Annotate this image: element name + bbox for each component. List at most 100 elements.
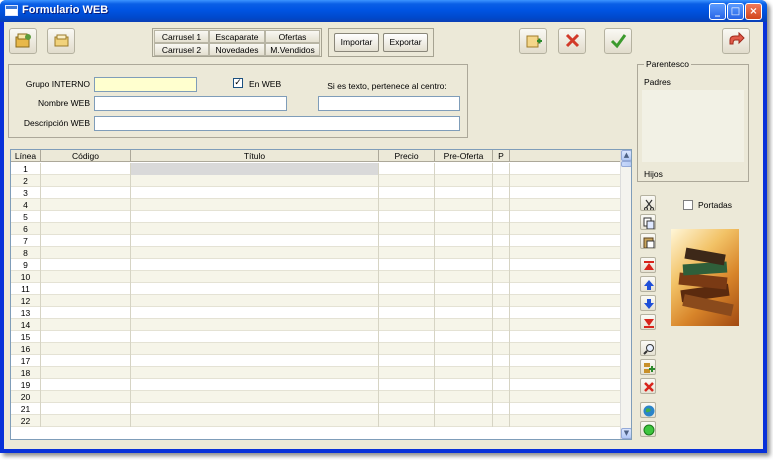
col-header-codigo[interactable]: Código bbox=[41, 150, 131, 162]
table-cell[interactable] bbox=[41, 211, 131, 223]
green-dot-button[interactable] bbox=[640, 421, 656, 437]
table-cell[interactable] bbox=[493, 187, 510, 199]
table-cell[interactable] bbox=[493, 343, 510, 355]
table-cell[interactable] bbox=[131, 283, 379, 295]
cut-button[interactable] bbox=[640, 195, 656, 211]
import-button[interactable]: Importar bbox=[334, 33, 379, 52]
table-row[interactable]: 7 bbox=[11, 235, 623, 247]
table-row[interactable]: 20 bbox=[11, 391, 623, 403]
move-down-button[interactable] bbox=[640, 295, 656, 311]
table-cell[interactable] bbox=[510, 223, 621, 235]
table-cell[interactable] bbox=[131, 367, 379, 379]
table-cell[interactable] bbox=[131, 175, 379, 187]
table-cell[interactable] bbox=[379, 247, 435, 259]
table-cell[interactable] bbox=[379, 199, 435, 211]
padres-list[interactable] bbox=[642, 90, 744, 162]
paste-button[interactable] bbox=[640, 233, 656, 249]
table-cell[interactable] bbox=[131, 307, 379, 319]
table-cell[interactable] bbox=[131, 403, 379, 415]
table-cell[interactable] bbox=[379, 319, 435, 331]
table-cell[interactable] bbox=[510, 307, 621, 319]
table-cell[interactable] bbox=[510, 391, 621, 403]
nombre-web-input[interactable] bbox=[94, 96, 287, 111]
table-cell[interactable] bbox=[510, 211, 621, 223]
descripcion-web-input[interactable] bbox=[94, 116, 460, 131]
table-cell[interactable] bbox=[379, 259, 435, 271]
table-cell[interactable] bbox=[131, 343, 379, 355]
table-cell[interactable] bbox=[131, 259, 379, 271]
table-row[interactable]: 15 bbox=[11, 331, 623, 343]
table-cell[interactable] bbox=[435, 331, 493, 343]
table-cell[interactable] bbox=[435, 247, 493, 259]
table-cell[interactable] bbox=[131, 199, 379, 211]
table-cell[interactable] bbox=[435, 379, 493, 391]
grupo-interno-input[interactable] bbox=[94, 77, 197, 92]
close-button[interactable]: × bbox=[745, 3, 762, 20]
col-header-p[interactable]: P bbox=[493, 150, 510, 162]
table-cell[interactable] bbox=[41, 343, 131, 355]
table-cell[interactable] bbox=[510, 331, 621, 343]
export-button[interactable]: Exportar bbox=[383, 33, 428, 52]
maximize-button[interactable]: □ bbox=[727, 3, 744, 20]
table-cell[interactable] bbox=[131, 295, 379, 307]
table-row[interactable]: 13 bbox=[11, 307, 623, 319]
scroll-up-arrow[interactable]: ▲ bbox=[621, 150, 631, 161]
table-cell[interactable] bbox=[435, 343, 493, 355]
table-cell[interactable] bbox=[510, 319, 621, 331]
table-row[interactable]: 3 bbox=[11, 187, 623, 199]
tab-escaparate[interactable]: Escaparate bbox=[209, 30, 265, 43]
table-cell[interactable] bbox=[41, 403, 131, 415]
table-cell[interactable] bbox=[493, 391, 510, 403]
table-cell[interactable] bbox=[510, 367, 621, 379]
table-row[interactable]: 5 bbox=[11, 211, 623, 223]
tab-ofertas[interactable]: Ofertas bbox=[265, 30, 320, 43]
table-cell[interactable] bbox=[493, 283, 510, 295]
table-cell[interactable] bbox=[131, 355, 379, 367]
tab-mas-vendidos[interactable]: M.Vendidos bbox=[265, 43, 320, 56]
insert-row-button[interactable] bbox=[640, 359, 656, 375]
table-cell[interactable] bbox=[510, 295, 621, 307]
table-cell[interactable] bbox=[41, 355, 131, 367]
table-cell[interactable] bbox=[131, 391, 379, 403]
scroll-down-arrow[interactable]: ▼ bbox=[621, 428, 631, 439]
table-cell[interactable] bbox=[435, 271, 493, 283]
table-cell[interactable] bbox=[510, 163, 621, 175]
table-cell[interactable] bbox=[493, 247, 510, 259]
table-row[interactable]: 11 bbox=[11, 283, 623, 295]
col-header-extra[interactable] bbox=[510, 150, 621, 162]
table-row[interactable]: 2 bbox=[11, 175, 623, 187]
table-cell[interactable] bbox=[379, 355, 435, 367]
copy-button[interactable] bbox=[640, 214, 656, 230]
table-cell[interactable] bbox=[379, 415, 435, 427]
table-cell[interactable] bbox=[41, 379, 131, 391]
table-cell[interactable] bbox=[379, 367, 435, 379]
table-row[interactable]: 12 bbox=[11, 295, 623, 307]
table-cell[interactable] bbox=[493, 415, 510, 427]
table-cell[interactable] bbox=[493, 259, 510, 271]
table-cell[interactable] bbox=[493, 295, 510, 307]
table-cell[interactable] bbox=[379, 163, 435, 175]
table-row[interactable]: 10 bbox=[11, 271, 623, 283]
table-cell[interactable] bbox=[41, 283, 131, 295]
move-up-button[interactable] bbox=[640, 276, 656, 292]
table-cell[interactable] bbox=[379, 211, 435, 223]
table-row[interactable]: 9 bbox=[11, 259, 623, 271]
table-cell[interactable] bbox=[131, 247, 379, 259]
table-row[interactable]: 16 bbox=[11, 343, 623, 355]
add-page-button[interactable] bbox=[519, 28, 547, 54]
en-web-checkbox[interactable]: ✓ bbox=[233, 78, 243, 88]
col-header-linea[interactable]: Línea bbox=[11, 150, 41, 162]
table-cell[interactable] bbox=[510, 247, 621, 259]
table-cell[interactable] bbox=[379, 403, 435, 415]
table-cell[interactable] bbox=[379, 223, 435, 235]
table-cell[interactable] bbox=[493, 211, 510, 223]
table-row[interactable]: 14 bbox=[11, 319, 623, 331]
table-cell[interactable] bbox=[41, 391, 131, 403]
table-cell[interactable] bbox=[493, 223, 510, 235]
table-cell[interactable] bbox=[131, 271, 379, 283]
table-cell[interactable] bbox=[435, 259, 493, 271]
tab-carrusel-1[interactable]: Carrusel 1 bbox=[154, 30, 209, 43]
table-row[interactable]: 17 bbox=[11, 355, 623, 367]
table-cell[interactable] bbox=[493, 367, 510, 379]
table-cell[interactable] bbox=[41, 163, 131, 175]
